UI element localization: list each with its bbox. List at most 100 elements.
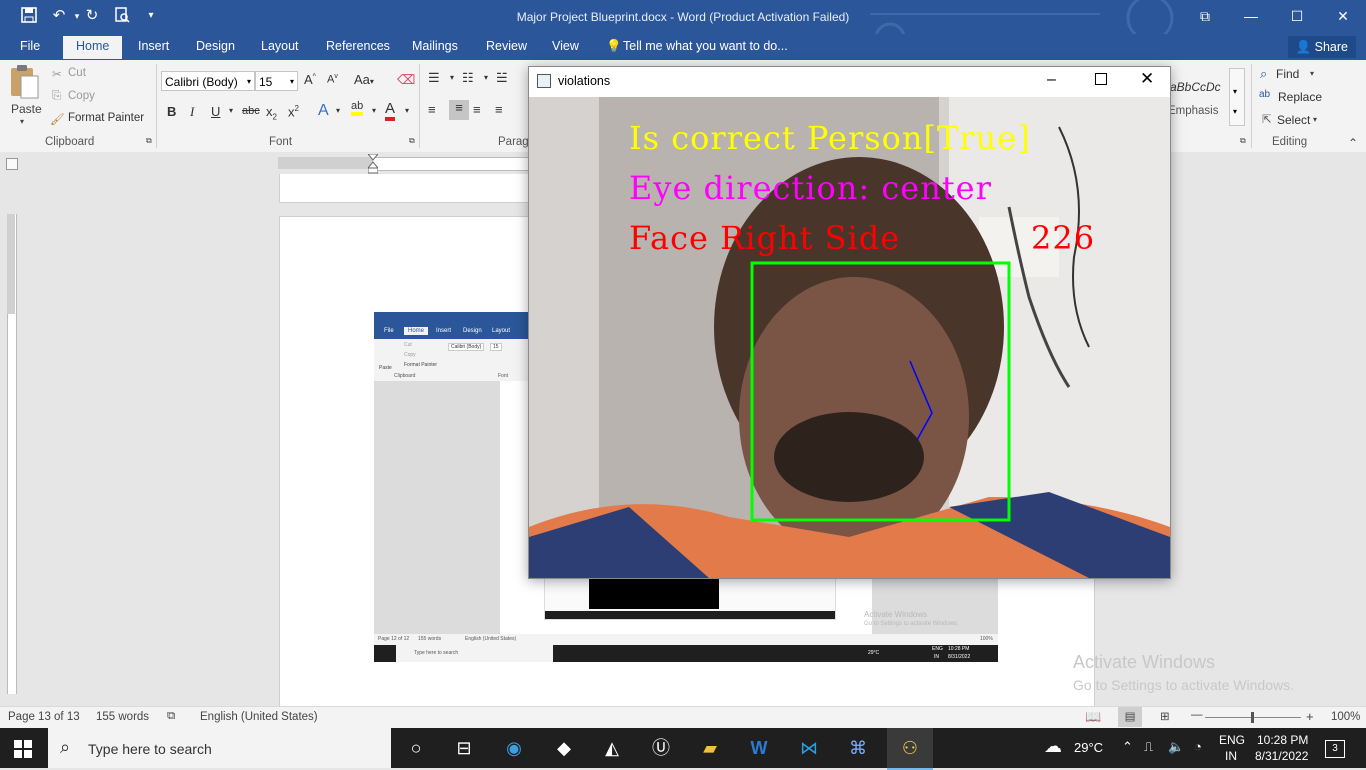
- clipboard-launcher-icon[interactable]: ⧉: [146, 136, 152, 146]
- word-count[interactable]: 155 words: [96, 711, 149, 723]
- ribbon-display-options-button[interactable]: ⧉: [1182, 0, 1228, 34]
- unreal-icon[interactable]: Ⓤ: [648, 736, 674, 760]
- read-mode-icon[interactable]: 📖: [1085, 709, 1101, 725]
- volume-icon[interactable]: 🔈: [1168, 739, 1184, 755]
- find-button[interactable]: Find: [1276, 67, 1299, 81]
- file-explorer-icon[interactable]: ▰: [697, 736, 723, 760]
- violations-minimize-button[interactable]: –: [1047, 71, 1056, 89]
- styles-scroll[interactable]: ▾ ▾: [1229, 68, 1245, 126]
- app-icon[interactable]: ◆: [551, 736, 577, 760]
- zoom-out-icon[interactable]: —: [1191, 709, 1203, 721]
- numbering-icon[interactable]: ☷: [462, 70, 474, 86]
- clock-date[interactable]: 8/31/2022: [1255, 749, 1308, 763]
- taskbar-search[interactable]: ⌕ Type here to search: [48, 728, 391, 768]
- minimize-button[interactable]: —: [1228, 0, 1274, 34]
- cut-button[interactable]: Cut: [68, 67, 86, 79]
- bullets-dropdown-icon[interactable]: ▾: [450, 73, 454, 82]
- font-size-select[interactable]: 15 ▾: [255, 71, 298, 91]
- underline-icon[interactable]: U: [211, 104, 220, 119]
- paste-dropdown-icon[interactable]: ▾: [20, 117, 24, 126]
- paste-icon[interactable]: [8, 64, 44, 100]
- bold-icon[interactable]: B: [167, 104, 176, 119]
- language-top[interactable]: ENG: [1219, 733, 1245, 747]
- weather-temp[interactable]: 29°C: [1074, 740, 1103, 755]
- tab-design[interactable]: Design: [196, 39, 235, 53]
- highlight-dropdown-icon[interactable]: ▾: [372, 106, 376, 115]
- tab-review[interactable]: Review: [486, 39, 527, 53]
- replace-button[interactable]: Replace: [1278, 90, 1322, 104]
- paste-button[interactable]: Paste: [11, 102, 42, 116]
- tab-home[interactable]: Home: [63, 36, 123, 59]
- highlight-icon[interactable]: ab: [351, 100, 364, 116]
- underline-dropdown-icon[interactable]: ▾: [229, 106, 233, 115]
- python-app-active[interactable]: ⚇: [887, 728, 933, 770]
- violations-maximize-button[interactable]: [1095, 73, 1107, 85]
- app-icon-2[interactable]: ⌘: [845, 736, 871, 760]
- select-button[interactable]: Select: [1277, 113, 1310, 127]
- superscript-icon[interactable]: x2: [288, 104, 299, 119]
- chevron-up-icon[interactable]: ⌃: [1122, 739, 1133, 755]
- change-case-button[interactable]: Aa▾: [354, 72, 374, 87]
- tab-layout[interactable]: Layout: [261, 39, 299, 53]
- copy-button[interactable]: Copy: [68, 90, 95, 102]
- font-launcher-icon[interactable]: ⧉: [409, 136, 415, 146]
- collapse-ribbon-icon[interactable]: ⌃: [1348, 136, 1358, 150]
- style-preview[interactable]: aBbCcDc: [1170, 80, 1221, 94]
- font-color-dropdown-icon[interactable]: ▾: [405, 106, 409, 115]
- grow-font-icon[interactable]: A^: [304, 72, 316, 87]
- edge-icon[interactable]: ◉: [501, 736, 527, 760]
- styles-launcher-icon[interactable]: ⧉: [1240, 136, 1246, 146]
- subscript-icon[interactable]: x2: [266, 104, 277, 122]
- style-emphasis[interactable]: Emphasis: [1168, 105, 1219, 117]
- tell-me-box[interactable]: Tell me what you want to do...: [623, 39, 788, 53]
- violations-window[interactable]: violations – ✕ Is correct Person[True] E…: [528, 66, 1171, 579]
- tab-references[interactable]: References: [326, 39, 390, 53]
- word-icon[interactable]: W: [746, 736, 772, 760]
- network-icon[interactable]: ⎍: [1144, 739, 1153, 755]
- page-count[interactable]: Page 13 of 13: [8, 711, 80, 723]
- violations-close-button[interactable]: ✕: [1140, 69, 1154, 89]
- font-family-select[interactable]: Calibri (Body) ▾: [161, 71, 255, 91]
- align-left-icon[interactable]: ≡: [428, 102, 436, 117]
- numbering-dropdown-icon[interactable]: ▾: [484, 73, 488, 82]
- vscode-icon[interactable]: ⋈: [796, 736, 822, 760]
- notification-center[interactable]: 3: [1325, 740, 1345, 758]
- start-icon[interactable]: [14, 740, 32, 758]
- clock-time[interactable]: 10:28 PM: [1257, 733, 1308, 747]
- zoom-level[interactable]: 100%: [1331, 711, 1360, 723]
- task-view-icon[interactable]: ⊟: [451, 736, 477, 760]
- indent-marker[interactable]: [366, 153, 380, 174]
- proofing-icon[interactable]: ⧉: [167, 710, 175, 723]
- close-button[interactable]: ✕: [1320, 0, 1366, 34]
- format-painter-button[interactable]: Format Painter: [68, 112, 144, 124]
- strikethrough-icon[interactable]: abc: [242, 105, 260, 117]
- print-layout-icon[interactable]: ▤: [1118, 707, 1142, 727]
- tab-view[interactable]: View: [552, 39, 579, 53]
- unity-icon[interactable]: ◭: [599, 736, 625, 760]
- find-dropdown-icon[interactable]: ▾: [1310, 69, 1314, 78]
- language[interactable]: English (United States): [200, 711, 318, 723]
- zoom-slider[interactable]: [1205, 712, 1301, 723]
- zoom-slider-thumb[interactable]: [1251, 712, 1254, 723]
- wifi-icon[interactable]: ◔: [1194, 739, 1202, 754]
- clear-formatting-icon[interactable]: ⌫: [397, 72, 415, 88]
- align-right-icon[interactable]: ≡: [473, 102, 481, 117]
- italic-icon[interactable]: I: [190, 104, 194, 120]
- language-bottom[interactable]: IN: [1225, 749, 1237, 763]
- weather-icon[interactable]: ☁: [1044, 736, 1062, 757]
- cortana-icon[interactable]: ○: [403, 736, 429, 760]
- multilevel-list-icon[interactable]: ☱: [496, 70, 508, 86]
- share-button[interactable]: 👤 Share: [1287, 36, 1356, 58]
- text-effects-icon[interactable]: A: [318, 102, 329, 120]
- select-dropdown-icon[interactable]: ▾: [1313, 115, 1317, 124]
- align-center-icon[interactable]: ≡: [449, 100, 469, 120]
- tab-file[interactable]: File: [20, 39, 40, 53]
- shrink-font-icon[interactable]: Av: [327, 73, 338, 86]
- tab-mailings[interactable]: Mailings: [412, 39, 458, 53]
- text-effects-dropdown-icon[interactable]: ▾: [336, 106, 340, 115]
- zoom-in-icon[interactable]: +: [1306, 709, 1314, 724]
- violations-title-bar[interactable]: violations – ✕: [529, 67, 1170, 97]
- bullets-icon[interactable]: ☰: [428, 70, 440, 86]
- font-color-icon[interactable]: A: [385, 100, 396, 121]
- justify-icon[interactable]: ≡: [495, 102, 503, 117]
